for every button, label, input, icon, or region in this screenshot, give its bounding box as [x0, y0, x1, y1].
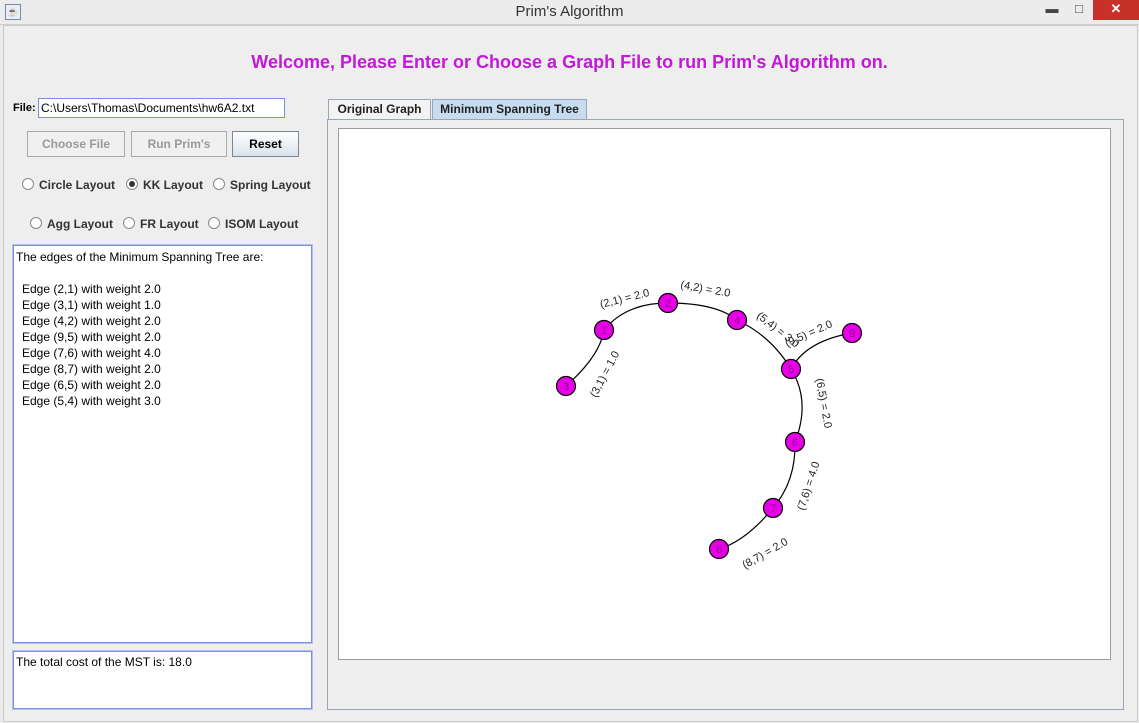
edge-line: Edge (7,6) with weight 4.0 — [22, 346, 161, 360]
graph-node-6[interactable]: 6 — [784, 431, 806, 453]
edge-line: Edge (8,7) with weight 2.0 — [22, 362, 161, 376]
title-bar: ☕ Prim's Algorithm ▬ □ ✕ — [0, 0, 1139, 25]
graph-node-5[interactable]: 5 — [780, 358, 802, 380]
radio-fr-layout[interactable]: FR Layout — [123, 216, 199, 232]
close-button[interactable]: ✕ — [1093, 0, 1139, 20]
graph-edge-7-6 — [772, 441, 796, 509]
reset-button[interactable]: Reset — [232, 131, 299, 157]
edge-label-6-5: (6,5) = 2.0 — [813, 377, 834, 429]
node-label: 3 — [563, 381, 569, 393]
edge-label-8-7: (8,7) = 2.0 — [741, 536, 791, 572]
edge-label-2-1: (2,1) = 2.0 — [599, 287, 651, 311]
graph-edge-8-7 — [718, 507, 774, 550]
radio-label: Agg Layout — [47, 217, 113, 231]
graph-node-2[interactable]: 2 — [657, 292, 679, 314]
run-prims-button[interactable]: Run Prim's — [131, 131, 227, 157]
graph-node-1[interactable]: 1 — [593, 319, 615, 341]
radio-label: FR Layout — [140, 217, 199, 231]
mst-edges-textarea[interactable]: The edges of the Minimum Spanning Tree a… — [12, 244, 313, 644]
graph-node-3[interactable]: 3 — [555, 375, 577, 397]
minimize-button[interactable]: ▬ — [1039, 0, 1065, 20]
graph-node-9[interactable]: 9 — [841, 322, 863, 344]
graph-svg: (2,1) = 2.0 (4,2) = 2.0 (3,1) = 1.0 (5,4… — [555, 279, 863, 572]
edge-line: Edge (6,5) with weight 2.0 — [22, 378, 161, 392]
edges-header: The edges of the Minimum Spanning Tree a… — [16, 250, 264, 264]
edge-line: Edge (2,1) with weight 2.0 — [22, 282, 161, 296]
radio-spring-layout[interactable]: Spring Layout — [213, 177, 311, 193]
tab-minimum-spanning-tree[interactable]: Minimum Spanning Tree — [432, 99, 587, 119]
radio-kk-layout[interactable]: KK Layout — [126, 177, 203, 193]
graph-node-4[interactable]: 4 — [726, 309, 748, 331]
choose-file-button[interactable]: Choose File — [27, 131, 125, 157]
radio-circle-icon — [30, 217, 42, 229]
welcome-heading: Welcome, Please Enter or Choose a Graph … — [251, 52, 888, 72]
graph-edge-4-2 — [667, 302, 738, 321]
total-cost-text: The total cost of the MST is: 18.0 — [16, 655, 192, 669]
radio-selected-icon — [126, 178, 138, 190]
edge-line: Edge (3,1) with weight 1.0 — [22, 298, 161, 312]
radio-circle-icon — [213, 178, 225, 190]
node-label: 2 — [665, 298, 671, 310]
edge-label-7-6: (7,6) = 4.0 — [795, 460, 822, 512]
maximize-button[interactable]: □ — [1066, 0, 1092, 20]
graph-edge-6-5 — [790, 368, 803, 443]
radio-label: Spring Layout — [230, 178, 311, 192]
radio-isom-layout[interactable]: ISOM Layout — [208, 216, 298, 232]
radio-label: KK Layout — [143, 178, 203, 192]
node-label: 5 — [788, 364, 794, 376]
radio-circle-icon — [123, 217, 135, 229]
node-label: 6 — [792, 437, 798, 449]
node-label: 4 — [734, 315, 740, 327]
graph-node-8[interactable]: 8 — [708, 538, 730, 560]
edge-line: Edge (5,4) with weight 3.0 — [22, 394, 161, 408]
file-label: File: — [13, 102, 36, 114]
radio-circle-icon — [22, 178, 34, 190]
tab-original-graph[interactable]: Original Graph — [328, 99, 431, 119]
radio-label: ISOM Layout — [225, 217, 299, 231]
file-path-input[interactable] — [38, 98, 285, 118]
node-label: 9 — [849, 328, 855, 340]
graph-canvas[interactable]: (2,1) = 2.0 (4,2) = 2.0 (3,1) = 1.0 (5,4… — [338, 128, 1111, 660]
edge-line: Edge (9,5) with weight 2.0 — [22, 330, 161, 344]
radio-label: Circle Layout — [39, 178, 116, 192]
radio-circle-layout[interactable]: Circle Layout — [22, 177, 115, 193]
node-label: 1 — [601, 325, 607, 337]
edge-line: Edge (4,2) with weight 2.0 — [22, 314, 161, 328]
radio-circle-icon — [208, 217, 220, 229]
mst-cost-textarea[interactable]: The total cost of the MST is: 18.0 — [12, 650, 313, 710]
node-label: 8 — [716, 544, 722, 556]
node-label: 7 — [770, 503, 776, 515]
radio-agg-layout[interactable]: Agg Layout — [30, 216, 113, 232]
edge-label-4-2: (4,2) = 2.0 — [679, 279, 731, 300]
graph-node-7[interactable]: 7 — [762, 497, 784, 519]
window-title: Prim's Algorithm — [515, 3, 624, 20]
